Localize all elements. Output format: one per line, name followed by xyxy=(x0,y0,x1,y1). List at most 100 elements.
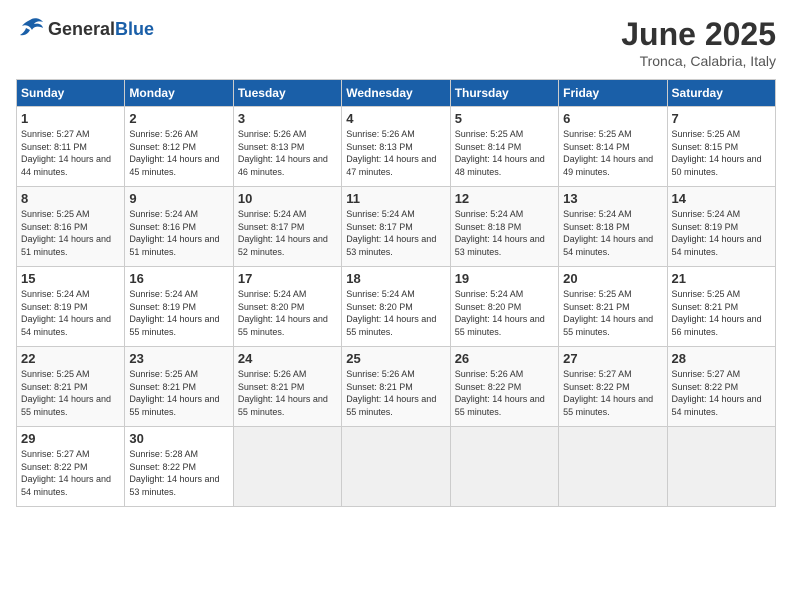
day-number: 9 xyxy=(129,191,228,206)
table-row: 17 Sunrise: 5:24 AM Sunset: 8:20 PM Dayl… xyxy=(233,267,341,347)
table-row xyxy=(342,427,450,507)
table-row: 11 Sunrise: 5:24 AM Sunset: 8:17 PM Dayl… xyxy=(342,187,450,267)
col-friday: Friday xyxy=(559,80,667,107)
sunrise-label: Sunrise: 5:24 AM xyxy=(455,209,524,219)
cell-info: Sunrise: 5:25 AM Sunset: 8:21 PM Dayligh… xyxy=(129,368,228,418)
title-area: June 2025 Tronca, Calabria, Italy xyxy=(621,16,776,69)
table-row xyxy=(233,427,341,507)
table-row: 15 Sunrise: 5:24 AM Sunset: 8:19 PM Dayl… xyxy=(17,267,125,347)
sunset-label: Sunset: 8:13 PM xyxy=(346,142,413,152)
sunset-label: Sunset: 8:21 PM xyxy=(563,302,630,312)
sunrise-label: Sunrise: 5:26 AM xyxy=(455,369,524,379)
cell-info: Sunrise: 5:25 AM Sunset: 8:21 PM Dayligh… xyxy=(672,288,771,338)
sunset-label: Sunset: 8:19 PM xyxy=(129,302,196,312)
day-number: 11 xyxy=(346,191,445,206)
day-number: 27 xyxy=(563,351,662,366)
day-number: 5 xyxy=(455,111,554,126)
day-number: 28 xyxy=(672,351,771,366)
table-row: 20 Sunrise: 5:25 AM Sunset: 8:21 PM Dayl… xyxy=(559,267,667,347)
day-number: 12 xyxy=(455,191,554,206)
sunset-label: Sunset: 8:20 PM xyxy=(455,302,522,312)
cell-info: Sunrise: 5:24 AM Sunset: 8:18 PM Dayligh… xyxy=(563,208,662,258)
sunrise-label: Sunrise: 5:27 AM xyxy=(672,369,741,379)
sunrise-label: Sunrise: 5:24 AM xyxy=(238,209,307,219)
calendar-week-row: 15 Sunrise: 5:24 AM Sunset: 8:19 PM Dayl… xyxy=(17,267,776,347)
sunrise-label: Sunrise: 5:26 AM xyxy=(346,129,415,139)
cell-info: Sunrise: 5:26 AM Sunset: 8:21 PM Dayligh… xyxy=(346,368,445,418)
sunset-label: Sunset: 8:21 PM xyxy=(346,382,413,392)
sunset-label: Sunset: 8:13 PM xyxy=(238,142,305,152)
sunrise-label: Sunrise: 5:25 AM xyxy=(563,129,632,139)
sunrise-label: Sunrise: 5:27 AM xyxy=(563,369,632,379)
sunrise-label: Sunrise: 5:25 AM xyxy=(129,369,198,379)
day-number: 1 xyxy=(21,111,120,126)
sunrise-label: Sunrise: 5:24 AM xyxy=(346,209,415,219)
cell-info: Sunrise: 5:28 AM Sunset: 8:22 PM Dayligh… xyxy=(129,448,228,498)
table-row xyxy=(559,427,667,507)
daylight-label: Daylight: 14 hours and 56 minutes. xyxy=(672,314,762,337)
sunset-label: Sunset: 8:12 PM xyxy=(129,142,196,152)
table-row: 5 Sunrise: 5:25 AM Sunset: 8:14 PM Dayli… xyxy=(450,107,558,187)
day-number: 7 xyxy=(672,111,771,126)
month-title: June 2025 xyxy=(621,16,776,53)
table-row: 13 Sunrise: 5:24 AM Sunset: 8:18 PM Dayl… xyxy=(559,187,667,267)
daylight-label: Daylight: 14 hours and 55 minutes. xyxy=(346,314,436,337)
cell-info: Sunrise: 5:24 AM Sunset: 8:17 PM Dayligh… xyxy=(238,208,337,258)
table-row: 10 Sunrise: 5:24 AM Sunset: 8:17 PM Dayl… xyxy=(233,187,341,267)
col-thursday: Thursday xyxy=(450,80,558,107)
sunrise-label: Sunrise: 5:25 AM xyxy=(563,289,632,299)
cell-info: Sunrise: 5:24 AM Sunset: 8:19 PM Dayligh… xyxy=(21,288,120,338)
table-row: 26 Sunrise: 5:26 AM Sunset: 8:22 PM Dayl… xyxy=(450,347,558,427)
sunset-label: Sunset: 8:20 PM xyxy=(238,302,305,312)
sunset-label: Sunset: 8:21 PM xyxy=(238,382,305,392)
day-number: 29 xyxy=(21,431,120,446)
sunrise-label: Sunrise: 5:25 AM xyxy=(21,209,90,219)
sunrise-label: Sunrise: 5:24 AM xyxy=(455,289,524,299)
table-row xyxy=(450,427,558,507)
sunset-label: Sunset: 8:17 PM xyxy=(238,222,305,232)
day-number: 6 xyxy=(563,111,662,126)
cell-info: Sunrise: 5:27 AM Sunset: 8:22 PM Dayligh… xyxy=(21,448,120,498)
daylight-label: Daylight: 14 hours and 55 minutes. xyxy=(563,314,653,337)
cell-info: Sunrise: 5:24 AM Sunset: 8:19 PM Dayligh… xyxy=(129,288,228,338)
day-number: 23 xyxy=(129,351,228,366)
day-number: 4 xyxy=(346,111,445,126)
location-title: Tronca, Calabria, Italy xyxy=(621,53,776,69)
sunrise-label: Sunrise: 5:24 AM xyxy=(21,289,90,299)
sunset-label: Sunset: 8:15 PM xyxy=(672,142,739,152)
daylight-label: Daylight: 14 hours and 54 minutes. xyxy=(672,394,762,417)
cell-info: Sunrise: 5:24 AM Sunset: 8:20 PM Dayligh… xyxy=(238,288,337,338)
daylight-label: Daylight: 14 hours and 53 minutes. xyxy=(346,234,436,257)
cell-info: Sunrise: 5:27 AM Sunset: 8:22 PM Dayligh… xyxy=(672,368,771,418)
table-row: 21 Sunrise: 5:25 AM Sunset: 8:21 PM Dayl… xyxy=(667,267,775,347)
col-tuesday: Tuesday xyxy=(233,80,341,107)
sunrise-label: Sunrise: 5:26 AM xyxy=(238,369,307,379)
logo-text: GeneralBlue xyxy=(48,19,154,40)
sunrise-label: Sunrise: 5:27 AM xyxy=(21,449,90,459)
cell-info: Sunrise: 5:24 AM Sunset: 8:18 PM Dayligh… xyxy=(455,208,554,258)
calendar-week-row: 22 Sunrise: 5:25 AM Sunset: 8:21 PM Dayl… xyxy=(17,347,776,427)
table-row: 23 Sunrise: 5:25 AM Sunset: 8:21 PM Dayl… xyxy=(125,347,233,427)
calendar-week-row: 1 Sunrise: 5:27 AM Sunset: 8:11 PM Dayli… xyxy=(17,107,776,187)
sunrise-label: Sunrise: 5:25 AM xyxy=(455,129,524,139)
sunset-label: Sunset: 8:18 PM xyxy=(455,222,522,232)
daylight-label: Daylight: 14 hours and 55 minutes. xyxy=(238,394,328,417)
table-row: 12 Sunrise: 5:24 AM Sunset: 8:18 PM Dayl… xyxy=(450,187,558,267)
daylight-label: Daylight: 14 hours and 54 minutes. xyxy=(563,234,653,257)
daylight-label: Daylight: 14 hours and 55 minutes. xyxy=(455,394,545,417)
daylight-label: Daylight: 14 hours and 50 minutes. xyxy=(672,154,762,177)
logo-general: General xyxy=(48,19,115,39)
sunrise-label: Sunrise: 5:25 AM xyxy=(672,129,741,139)
sunset-label: Sunset: 8:22 PM xyxy=(455,382,522,392)
table-row xyxy=(667,427,775,507)
sunrise-label: Sunrise: 5:24 AM xyxy=(346,289,415,299)
daylight-label: Daylight: 14 hours and 55 minutes. xyxy=(455,314,545,337)
cell-info: Sunrise: 5:24 AM Sunset: 8:19 PM Dayligh… xyxy=(672,208,771,258)
sunset-label: Sunset: 8:17 PM xyxy=(346,222,413,232)
daylight-label: Daylight: 14 hours and 55 minutes. xyxy=(129,314,219,337)
sunset-label: Sunset: 8:19 PM xyxy=(672,222,739,232)
table-row: 2 Sunrise: 5:26 AM Sunset: 8:12 PM Dayli… xyxy=(125,107,233,187)
sunrise-label: Sunrise: 5:25 AM xyxy=(672,289,741,299)
col-monday: Monday xyxy=(125,80,233,107)
sunrise-label: Sunrise: 5:28 AM xyxy=(129,449,198,459)
